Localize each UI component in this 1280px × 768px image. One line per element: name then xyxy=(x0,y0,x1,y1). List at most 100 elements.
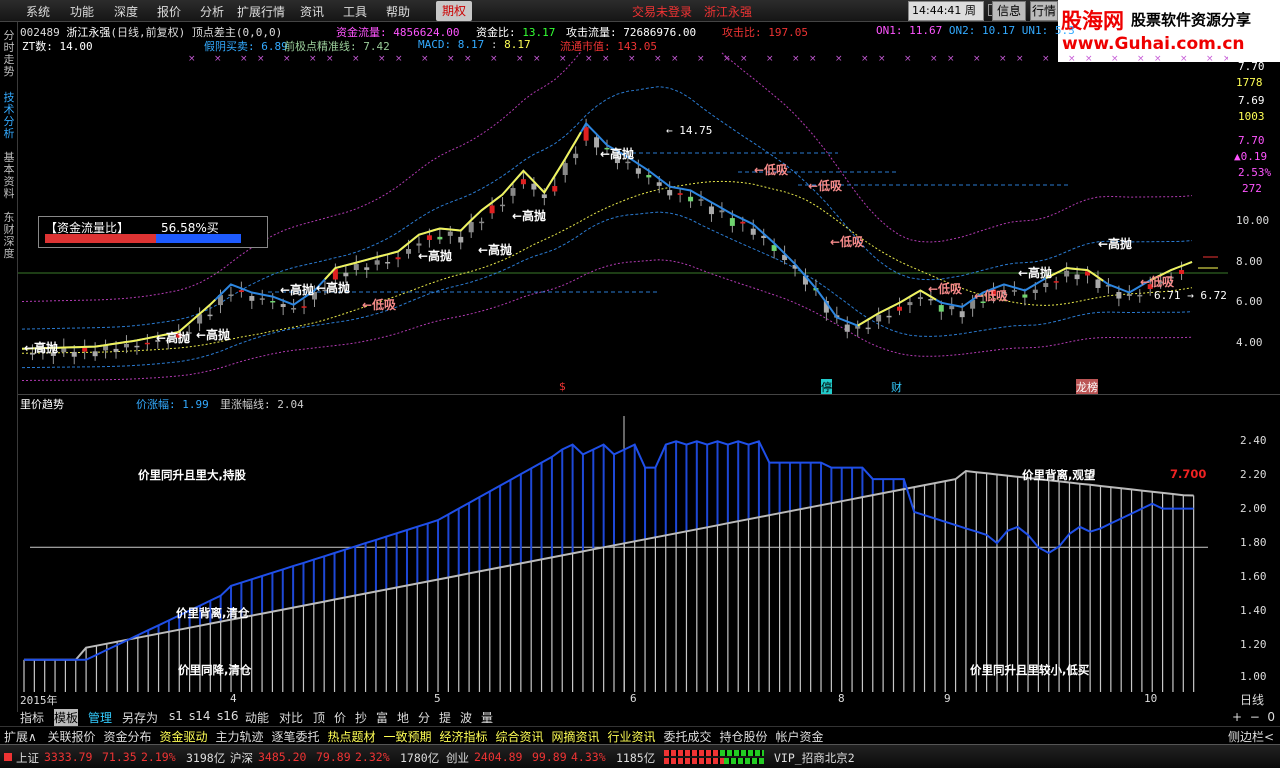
signal-x-marker: × xyxy=(283,54,291,64)
indicator-tab-1[interactable]: 模板 xyxy=(54,709,79,726)
signal-x-marker: × xyxy=(930,54,938,64)
indicator-tab-10[interactable]: 价 xyxy=(334,709,346,726)
event-marker-dollar[interactable]: $ xyxy=(559,380,566,393)
indicator-tab-4[interactable]: s1 xyxy=(169,709,183,723)
sub-price-volume-chart[interactable] xyxy=(18,410,1228,692)
event-marker-suspend[interactable]: 停 xyxy=(821,379,832,395)
zoom-out-icon[interactable]: − xyxy=(1250,710,1260,724)
quote-button[interactable]: 行情 xyxy=(1030,1,1058,21)
x-axis: 2015年 4 5 6 8 9 10 xyxy=(18,692,1228,708)
hs-pct: 2.32% xyxy=(355,750,390,764)
right-value-turnover: 272 xyxy=(1242,182,1262,195)
indicator-tab-2[interactable]: 管理 xyxy=(88,709,112,726)
zoom-in-icon[interactable]: + xyxy=(1232,710,1242,724)
indicator-tab-0[interactable]: 指标 xyxy=(20,709,44,726)
y-tick-4: 4.00 xyxy=(1236,336,1263,349)
function-tab-6[interactable]: 热点题材 xyxy=(328,728,376,745)
candle-body xyxy=(71,351,77,357)
rail-tab-fundamentals[interactable]: 基本资料 xyxy=(1,152,17,200)
signal-low: ←低吸 xyxy=(830,234,865,249)
hs-volume: 1780亿 xyxy=(400,751,440,765)
indicator-tab-5[interactable]: s14 xyxy=(189,709,211,723)
rail-tab-eastmoney[interactable]: 东财深度 xyxy=(1,212,17,260)
vip-account[interactable]: VIP_招商北京2 xyxy=(774,750,855,766)
function-tab-13[interactable]: 持仓股份 xyxy=(720,728,768,745)
candle-body xyxy=(520,179,526,185)
rail-tab-technical[interactable]: 技术分析 xyxy=(1,92,17,140)
period-label[interactable]: 日线 xyxy=(1240,691,1264,708)
signal-x-marker: × xyxy=(1085,54,1093,64)
indicator-tab-17[interactable]: 量 xyxy=(481,709,493,726)
candle-body xyxy=(667,190,673,196)
menu-system[interactable]: 系统 xyxy=(26,3,50,20)
indicator-tab-7[interactable]: 动能 xyxy=(245,709,269,726)
function-tab-1[interactable]: 关联报价 xyxy=(48,728,96,745)
function-tab-11[interactable]: 行业资讯 xyxy=(608,728,656,745)
candle-body xyxy=(959,311,965,318)
candle-body xyxy=(270,301,276,303)
restore-icon[interactable]: 0 xyxy=(1267,710,1275,724)
indicator-toolbar: 指标 模板 管理 另存为 s1 s14 s16 动能 对比顶价抄富地分提波量 xyxy=(18,708,1228,726)
y-tick-8: 8.00 xyxy=(1236,255,1263,268)
function-tab-5[interactable]: 逐笔委托 xyxy=(272,728,320,745)
low-price-value: 6.71 xyxy=(1154,289,1181,302)
function-tab-3[interactable]: 资金驱动 xyxy=(160,728,208,745)
function-tab-9[interactable]: 综合资讯 xyxy=(496,728,544,745)
candle-body xyxy=(886,315,892,318)
sidebar-toggle[interactable]: 侧边栏< xyxy=(1228,728,1274,745)
macd-label: MACD: xyxy=(418,38,452,51)
indicator-tab-6[interactable]: s16 xyxy=(217,709,239,723)
function-toolbar: 扩展∧ 关联报价 资金分布 资金驱动 主力轨迹 逐笔委托 热点题材 一致预期 经济指标 综合资讯网… xyxy=(0,726,1280,744)
candle-body xyxy=(646,175,652,178)
event-marker-finance[interactable]: 财 xyxy=(891,379,902,395)
candle-body xyxy=(907,302,913,306)
indicator-tab-14[interactable]: 分 xyxy=(418,709,430,726)
indicator-tab-11[interactable]: 抄 xyxy=(355,709,367,726)
indicator-tab-15[interactable]: 提 xyxy=(439,709,451,726)
indicator-tab-12[interactable]: 富 xyxy=(376,709,388,726)
menu-help[interactable]: 帮助 xyxy=(386,3,410,20)
menu-analysis[interactable]: 分析 xyxy=(200,3,224,20)
menu-options[interactable]: 期权 xyxy=(436,1,473,21)
hs-label[interactable]: 沪深 xyxy=(230,750,253,766)
candle-body xyxy=(844,324,850,332)
function-tab-7[interactable]: 一致预期 xyxy=(384,728,432,745)
x-label-9: 9 xyxy=(944,692,951,705)
rail-tab-intraday[interactable]: 分时走势 xyxy=(1,30,17,78)
market-breadth-icon xyxy=(664,750,764,764)
function-tab-2[interactable]: 资金分布 xyxy=(104,728,152,745)
sub-y-tick-120: 1.20 xyxy=(1240,638,1267,651)
signal-low: ←低吸 xyxy=(1140,274,1175,289)
sh-label[interactable]: 上证 xyxy=(16,750,39,766)
low-price-tag: 6.71 → 6.72 xyxy=(1154,289,1227,302)
indicator-tab-8[interactable]: 对比 xyxy=(279,709,303,726)
candle-body xyxy=(583,127,589,141)
login-status[interactable]: 交易未登录 xyxy=(632,3,692,20)
menu-quote[interactable]: 报价 xyxy=(157,3,181,20)
function-tab-0[interactable]: 扩展∧ xyxy=(4,728,37,745)
menu-tools[interactable]: 工具 xyxy=(343,3,367,20)
menu-news[interactable]: 资讯 xyxy=(300,3,324,20)
x-label-10: 10 xyxy=(1144,692,1158,705)
function-tab-10[interactable]: 网摘资讯 xyxy=(552,728,600,745)
signal-high: ←高抛 xyxy=(1018,265,1052,280)
indicator-tab-9[interactable]: 顶 xyxy=(313,709,325,726)
cy-label[interactable]: 创业 xyxy=(446,750,469,766)
menu-depth[interactable]: 深度 xyxy=(114,3,138,20)
signal-high: ←高抛 xyxy=(316,280,350,295)
function-tab-4[interactable]: 主力轨迹 xyxy=(216,728,264,745)
indicator-tab-3[interactable]: 另存为 xyxy=(122,709,158,726)
function-tab-8[interactable]: 经济指标 xyxy=(440,728,488,745)
signal-x-marker: × xyxy=(766,54,774,64)
function-tab-12[interactable]: 委托成交 xyxy=(664,728,712,745)
menu-extended-quote[interactable]: 扩展行情 xyxy=(237,3,285,20)
header-on: ON1: 11.67 ON2: 10.17 UN1: 5.3 xyxy=(876,24,1075,37)
event-marker-dragon[interactable]: 龙榜 xyxy=(1076,379,1098,395)
menu-function[interactable]: 功能 xyxy=(70,3,94,20)
info-button[interactable]: 信息 xyxy=(992,1,1026,21)
function-tab-14[interactable]: 帐户资金 xyxy=(776,728,824,745)
indicator-tab-16[interactable]: 波 xyxy=(460,709,472,726)
cy-change: 99.89 xyxy=(532,750,567,764)
indicator-tab-13[interactable]: 地 xyxy=(397,709,409,726)
y-tick-6: 6.00 xyxy=(1236,295,1263,308)
